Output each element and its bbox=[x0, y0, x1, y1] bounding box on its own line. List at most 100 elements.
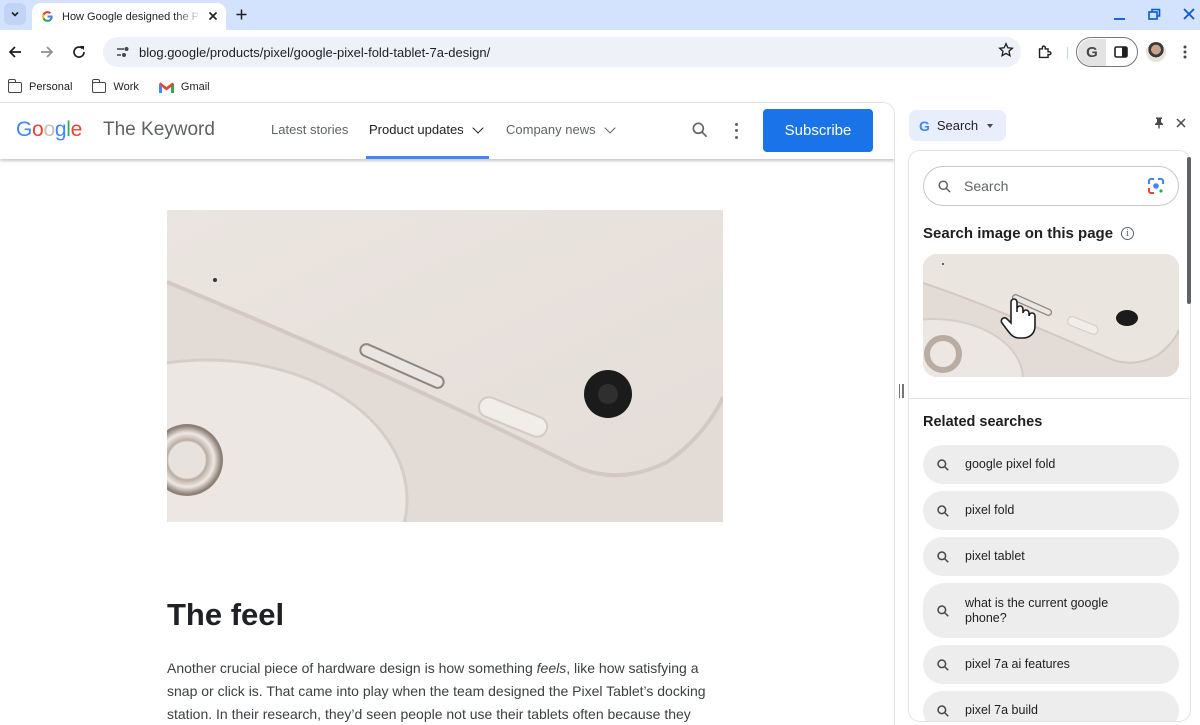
paragraph-text: Another crucial piece of hardware design… bbox=[167, 660, 537, 676]
section-title-text: Search image on this page bbox=[923, 225, 1114, 242]
search-placeholder: Search bbox=[964, 178, 1009, 194]
reload-button[interactable] bbox=[67, 40, 91, 64]
google-logo[interactable]: Google bbox=[16, 118, 82, 142]
related-search-chip[interactable]: pixel 7a ai features bbox=[923, 645, 1179, 684]
puzzle-icon bbox=[1038, 44, 1052, 58]
article-heading: The feel bbox=[167, 597, 285, 632]
search-icon bbox=[938, 179, 951, 193]
web-page: Google The Keyword Latest stories Produc… bbox=[0, 102, 895, 725]
side-panel-close-icon[interactable] bbox=[1176, 116, 1186, 131]
google-g-icon: G bbox=[1078, 38, 1106, 66]
pin-icon[interactable] bbox=[1154, 117, 1164, 132]
more-vert-icon bbox=[1183, 45, 1187, 59]
bookmark-work[interactable]: Work bbox=[91, 78, 139, 93]
side-panel-icon[interactable] bbox=[1106, 46, 1136, 58]
section-divider bbox=[909, 398, 1190, 399]
arrow-left-icon bbox=[8, 46, 21, 58]
side-panel-resize-handle[interactable] bbox=[897, 384, 905, 402]
tablet-photo-illustration bbox=[167, 210, 723, 522]
side-panel-scrollbar[interactable] bbox=[1187, 157, 1191, 304]
related-search-chip[interactable]: pixel tablet bbox=[923, 537, 1179, 576]
related-search-chip[interactable]: google pixel fold bbox=[923, 445, 1179, 484]
more-menu-button[interactable] bbox=[1173, 40, 1197, 64]
nav-label: Company news bbox=[506, 122, 596, 137]
search-icon bbox=[937, 504, 949, 517]
site-more-button[interactable] bbox=[730, 121, 742, 141]
active-tab[interactable]: How Google designed the P bbox=[32, 3, 226, 30]
logo-letter: G bbox=[16, 118, 33, 141]
site-info-icon[interactable] bbox=[109, 46, 137, 58]
chevron-down-icon bbox=[472, 121, 484, 134]
site-brand[interactable]: The Keyword bbox=[103, 119, 215, 141]
chevron-down-icon bbox=[11, 11, 19, 17]
tablet-thumbnail-illustration bbox=[923, 254, 1179, 377]
nav-product-updates[interactable]: Product updates bbox=[369, 121, 484, 137]
related-search-chip[interactable]: pixel fold bbox=[923, 491, 1179, 530]
forward-button[interactable] bbox=[35, 40, 59, 64]
tab-title: How Google designed the P bbox=[62, 10, 199, 23]
back-button[interactable] bbox=[3, 40, 27, 64]
nav-company-news[interactable]: Company news bbox=[506, 121, 616, 137]
chip-label: pixel tablet bbox=[965, 549, 1025, 563]
logo-letter: o bbox=[43, 118, 55, 141]
site-search-button[interactable] bbox=[690, 120, 712, 142]
search-icon bbox=[937, 704, 949, 717]
minimize-icon bbox=[1113, 17, 1125, 20]
tab-search-button[interactable] bbox=[4, 3, 26, 25]
tab-close-icon[interactable] bbox=[208, 10, 218, 24]
google-search-side-panel-toggle[interactable]: G bbox=[1076, 37, 1138, 67]
bookmark-label: Work bbox=[113, 81, 139, 93]
chip-label: pixel 7a ai features bbox=[965, 657, 1070, 671]
article-paragraph: Another crucial piece of hardware design… bbox=[167, 657, 727, 725]
address-bar[interactable]: blog.google/products/pixel/google-pixel-… bbox=[103, 37, 1021, 67]
plus-icon bbox=[236, 9, 246, 19]
logo-letter: e bbox=[70, 118, 83, 141]
related-search-chip[interactable]: what is the current google phone? bbox=[923, 583, 1179, 638]
toolbar-separator bbox=[1067, 47, 1068, 59]
bookmark-star-icon[interactable] bbox=[991, 41, 1021, 63]
url-text[interactable]: blog.google/products/pixel/google-pixel-… bbox=[139, 45, 991, 60]
paragraph-emphasis: feels bbox=[536, 660, 567, 676]
active-nav-indicator bbox=[366, 156, 489, 159]
side-panel-selector-label: Search bbox=[936, 118, 979, 133]
info-icon[interactable]: i bbox=[1121, 227, 1135, 240]
side-panel-search-input[interactable]: Search bbox=[923, 166, 1179, 206]
tab-strip: How Google designed the P bbox=[0, 0, 1200, 30]
site-header: Google The Keyword Latest stories Produc… bbox=[0, 103, 894, 159]
bookmark-gmail[interactable]: Gmail bbox=[158, 81, 210, 93]
page-image-thumbnail[interactable] bbox=[923, 254, 1179, 377]
side-panel-selector[interactable]: G Search bbox=[909, 110, 1006, 141]
extensions-button[interactable] bbox=[1032, 40, 1056, 64]
chip-label: pixel fold bbox=[965, 503, 1015, 517]
logo-letter: o bbox=[32, 118, 44, 141]
restore-button[interactable] bbox=[1142, 4, 1166, 24]
side-panel-content: Search Search image on this page i Relat… bbox=[908, 150, 1191, 722]
logo-letter: g bbox=[54, 118, 67, 141]
search-icon bbox=[937, 458, 949, 471]
bookmark-personal[interactable]: Personal bbox=[7, 78, 73, 93]
subscribe-button[interactable]: Subscribe bbox=[763, 109, 873, 152]
new-tab-button[interactable] bbox=[232, 5, 250, 23]
search-icon bbox=[692, 122, 708, 138]
chevron-down-icon bbox=[603, 121, 616, 134]
chip-label: pixel 7a build bbox=[965, 703, 1038, 717]
search-icon bbox=[937, 604, 949, 617]
google-g-icon bbox=[40, 10, 54, 24]
search-icon bbox=[937, 550, 949, 563]
bookmarks-bar: Personal Work Gmail bbox=[0, 74, 1200, 100]
related-searches-title: Related searches bbox=[923, 414, 1043, 430]
close-window-button[interactable] bbox=[1177, 4, 1200, 24]
folder-icon bbox=[7, 78, 22, 93]
search-icon bbox=[937, 658, 949, 671]
restore-icon bbox=[1147, 8, 1160, 20]
profile-avatar[interactable] bbox=[1146, 42, 1166, 62]
caret-down-icon bbox=[987, 123, 994, 128]
browser-toolbar: blog.google/products/pixel/google-pixel-… bbox=[0, 30, 1200, 74]
hero-image bbox=[167, 210, 723, 522]
google-lens-icon[interactable] bbox=[1147, 177, 1165, 195]
related-search-chip[interactable]: pixel 7a build bbox=[923, 691, 1179, 721]
arrow-right-icon bbox=[41, 46, 54, 58]
minimize-button[interactable] bbox=[1107, 4, 1131, 24]
nav-latest-stories[interactable]: Latest stories bbox=[271, 122, 348, 137]
bookmark-label: Personal bbox=[29, 81, 73, 93]
